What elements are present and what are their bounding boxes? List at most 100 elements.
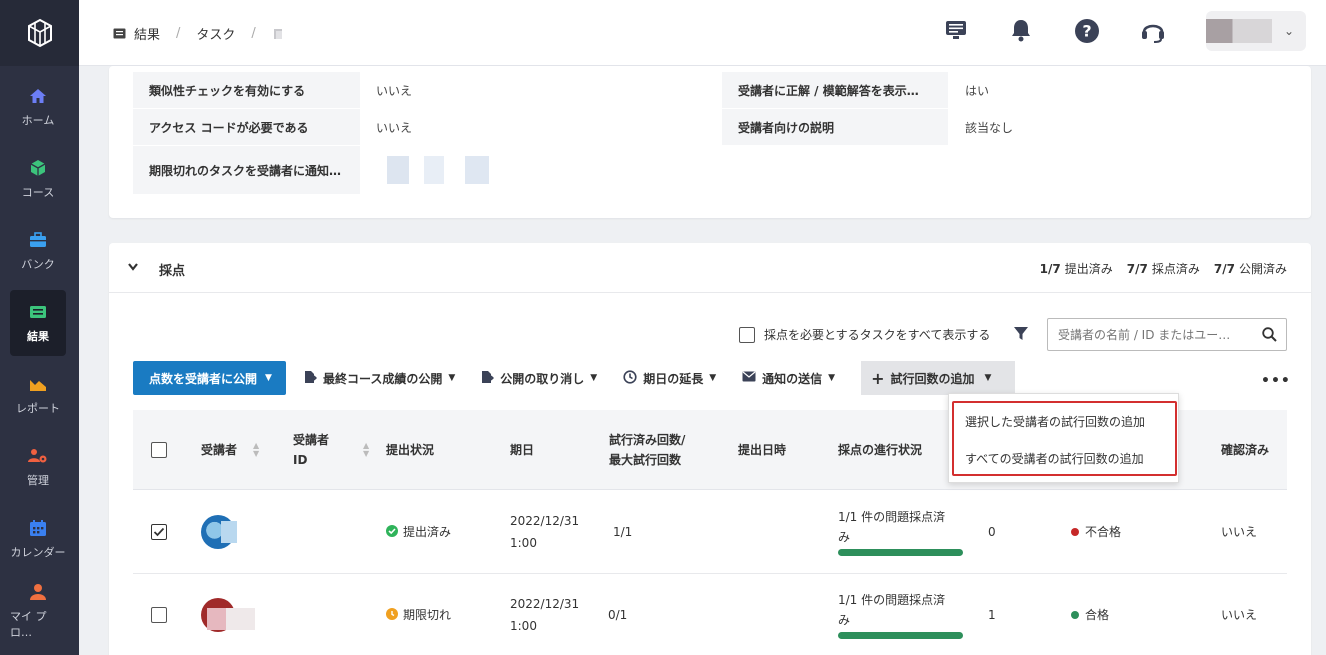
sidebar-item-calendar[interactable]: カレンダー bbox=[10, 506, 66, 572]
breadcrumb: 結果 / タスク / bbox=[113, 24, 284, 43]
sidebar-item-label: マイ プロ… bbox=[10, 610, 47, 639]
calendar-icon bbox=[28, 518, 48, 538]
redacted-name bbox=[207, 608, 255, 630]
add-attempts-all-option[interactable]: すべての受講者の試行回数の追加 bbox=[965, 450, 1144, 467]
sidebar-item-label: バンク bbox=[21, 258, 55, 271]
add-attempts-button[interactable]: + 試行回数の追加 ▼ bbox=[861, 361, 1016, 395]
user-profile-menu[interactable]: ⌄ bbox=[1206, 11, 1306, 51]
send-notification-label: 通知の送信 bbox=[762, 371, 823, 386]
document-revoke-icon bbox=[481, 370, 495, 387]
sidebar-item-bank[interactable]: バンク bbox=[10, 218, 66, 284]
row-checkbox[interactable] bbox=[151, 524, 167, 540]
document-icon[interactable] bbox=[272, 28, 284, 40]
due-date-line2: 1:00 bbox=[510, 536, 537, 550]
column-attempts: 試行済み回数/最大試行回数 bbox=[609, 430, 685, 470]
due-date: 2022/12/31 1:00 bbox=[510, 593, 579, 637]
caret-down-icon: ▼ bbox=[265, 373, 272, 383]
breadcrumb-results[interactable]: 結果 bbox=[134, 24, 160, 43]
chart-icon bbox=[28, 374, 48, 394]
sort-icon[interactable]: ▲ ▼ bbox=[253, 442, 259, 458]
sidebar-item-label: 管理 bbox=[27, 474, 49, 487]
bell-icon[interactable] bbox=[1010, 18, 1032, 46]
sidebar-item-label: コース bbox=[21, 186, 55, 199]
home-icon bbox=[28, 86, 48, 106]
help-icon[interactable]: ? bbox=[1074, 18, 1100, 48]
search-input[interactable] bbox=[1048, 319, 1248, 350]
headset-icon[interactable] bbox=[1141, 18, 1165, 48]
avatar bbox=[1206, 19, 1272, 43]
sidebar-item-reports[interactable]: レポート bbox=[10, 362, 66, 428]
stat-label: 公開済み bbox=[1238, 262, 1287, 276]
show-all-checkbox[interactable] bbox=[739, 326, 755, 343]
column-grading-progress: 採点の進行状況 bbox=[838, 443, 923, 457]
result-badge: 合格 bbox=[1071, 604, 1109, 626]
attempts-value: 0/1 bbox=[608, 608, 628, 622]
filter-icon[interactable] bbox=[1013, 326, 1029, 346]
grading-stats: 1/7 提出済み 7/7 採点済み 7/7 公開済み bbox=[1040, 260, 1287, 277]
top-bar: 結果 / タスク / ? ⌄ bbox=[79, 0, 1326, 66]
status-text: 提出済み bbox=[403, 525, 452, 539]
grading-header[interactable]: 採点 1/7 提出済み 7/7 採点済み 7/7 公開済み bbox=[109, 243, 1311, 293]
extend-due-date-label: 期日の延長 bbox=[643, 371, 704, 386]
progress-bar bbox=[838, 632, 963, 639]
stat-value: 7/7 bbox=[1126, 262, 1148, 276]
chevron-down-icon[interactable] bbox=[127, 261, 139, 276]
sort-icon[interactable]: ▲ ▼ bbox=[363, 442, 369, 458]
breadcrumb-separator: / bbox=[176, 26, 181, 41]
sidebar-item-profile[interactable]: マイ プロ… bbox=[10, 578, 66, 644]
show-all-label: 採点を必要とするタスクをすべて表示する bbox=[764, 328, 991, 342]
more-options-icon[interactable]: ••• bbox=[1261, 373, 1291, 389]
task-settings-panel: 類似性チェックを有効にする いいえ アクセス コードが必要である いいえ 期限切… bbox=[109, 66, 1311, 218]
extend-due-date-button[interactable]: 期日の延長 ▼ bbox=[613, 361, 726, 395]
add-attempts-dropdown: 選択した受講者の試行回数の追加 すべての受講者の試行回数の追加 bbox=[948, 393, 1179, 483]
setting-label: アクセス コードが必要である bbox=[133, 109, 360, 145]
check-circle-icon bbox=[386, 522, 398, 544]
column-confirmed: 確認済み bbox=[1221, 443, 1270, 457]
due-date-line2: 1:00 bbox=[510, 619, 537, 633]
grading-progress-text: 1/1 件の問題採点済み bbox=[838, 590, 945, 630]
breadcrumb-task[interactable]: タスク bbox=[196, 24, 235, 43]
column-student[interactable]: 受講者 bbox=[201, 440, 237, 460]
search-icon[interactable] bbox=[1262, 327, 1277, 346]
sidebar-item-admin[interactable]: 管理 bbox=[10, 434, 66, 500]
app-logo[interactable] bbox=[0, 0, 79, 66]
confirmed-value: いいえ bbox=[1221, 525, 1258, 539]
unpublish-button[interactable]: 公開の取り消し ▼ bbox=[471, 361, 607, 395]
publish-final-grade-button[interactable]: 最終コース成績の公開 ▼ bbox=[294, 361, 465, 395]
sidebar-item-label: 結果 bbox=[27, 330, 49, 343]
score-value: 1 bbox=[988, 608, 996, 622]
table-row[interactable]: 期限切れ 2022/12/31 1:00 0/1 1/1 件の問題採点済み 1 合… bbox=[133, 574, 1287, 655]
result-text: 合格 bbox=[1085, 608, 1110, 622]
column-status: 提出状況 bbox=[386, 443, 435, 457]
show-all-toggle[interactable]: 採点を必要とするタスクをすべて表示する bbox=[739, 326, 990, 343]
cube-icon bbox=[28, 158, 48, 178]
select-all-checkbox[interactable] bbox=[151, 442, 167, 458]
sidebar-item-results[interactable]: 結果 bbox=[10, 290, 66, 356]
row-checkbox[interactable] bbox=[151, 607, 167, 623]
send-notification-button[interactable]: 通知の送信 ▼ bbox=[732, 361, 845, 395]
add-attempts-selected-option[interactable]: 選択した受講者の試行回数の追加 bbox=[965, 413, 1145, 430]
user-icon bbox=[28, 582, 48, 602]
monitor-icon[interactable] bbox=[944, 18, 968, 46]
grading-progress-text: 1/1 件の問題採点済み bbox=[838, 507, 945, 547]
grading-title: 採点 bbox=[159, 264, 186, 279]
student-search[interactable] bbox=[1047, 318, 1287, 351]
setting-label: 類似性チェックを有効にする bbox=[133, 72, 360, 108]
add-attempts-label: 試行回数の追加 bbox=[890, 371, 975, 386]
sidebar-item-course[interactable]: コース bbox=[10, 146, 66, 212]
svg-text:?: ? bbox=[1082, 22, 1091, 41]
publish-scores-button[interactable]: 点数を受講者に公開 ▼ bbox=[133, 361, 286, 395]
column-attempts-line1: 試行済み回数/ bbox=[609, 433, 686, 447]
status-badge: 期限切れ bbox=[386, 604, 451, 627]
publish-scores-label: 点数を受講者に公開 bbox=[149, 371, 258, 386]
progress-line1: 1/1 件の問題採点済 bbox=[838, 593, 946, 607]
column-student-id[interactable]: 受講者 ID bbox=[293, 430, 329, 470]
progress-line2: み bbox=[838, 613, 851, 627]
sidebar-item-home[interactable]: ホーム bbox=[10, 74, 66, 140]
progress-bar bbox=[838, 549, 963, 556]
chevron-down-icon: ⌄ bbox=[1284, 24, 1295, 38]
clock-icon bbox=[386, 605, 398, 627]
table-row[interactable]: 提出済み 2022/12/31 1:00 1/1 1/1 件の問題採点済み 0 不… bbox=[133, 491, 1287, 574]
setting-value: いいえ bbox=[376, 83, 413, 98]
due-date: 2022/12/31 1:00 bbox=[510, 510, 579, 554]
